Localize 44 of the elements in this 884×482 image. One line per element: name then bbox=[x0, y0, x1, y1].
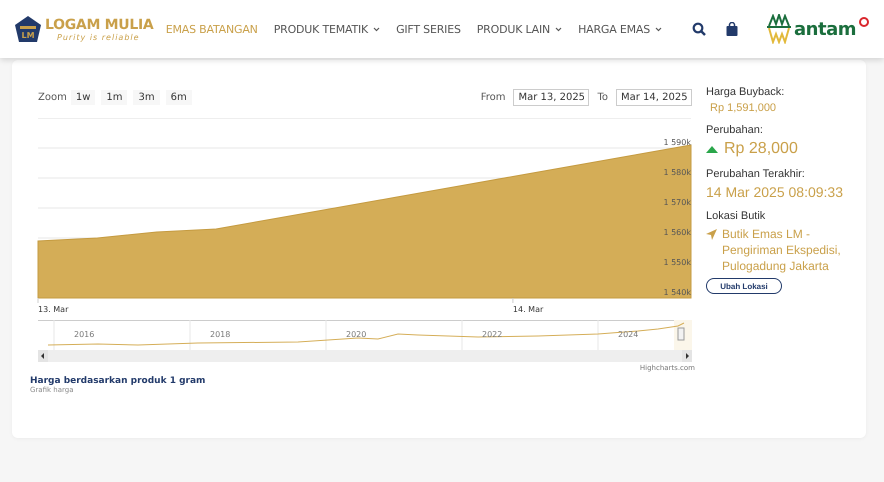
axis-label: 1 570k bbox=[663, 198, 691, 207]
axis-label: 13. Mar bbox=[38, 305, 68, 314]
ring-logo-icon bbox=[858, 16, 870, 28]
from-label: From bbox=[480, 92, 506, 102]
to-date-field[interactable]: Mar 14, 2025 bbox=[616, 88, 692, 106]
nav-link[interactable]: HARGA EMAS bbox=[578, 22, 662, 36]
axis-label: 1 580k bbox=[663, 168, 691, 177]
axis-label: 1 540k bbox=[663, 288, 691, 297]
year-label: 2024 bbox=[618, 330, 638, 339]
mountain-logo-icon bbox=[766, 14, 792, 44]
axis-label: 14. Mar bbox=[512, 305, 544, 314]
year-label: 2018 bbox=[210, 330, 230, 339]
logo-letters: LM bbox=[21, 31, 35, 40]
chart-caption: Harga berdasarkan produk 1 gram bbox=[30, 376, 206, 386]
from-date-field[interactable]: Mar 13, 2025 bbox=[513, 88, 590, 106]
partner-logo-text: antam bbox=[794, 18, 856, 40]
axis-label: 1 590k bbox=[663, 138, 691, 147]
last-change-value: 14 Mar 2025 08:09:33 bbox=[706, 184, 844, 200]
change-value: Rp 28,000 bbox=[724, 140, 798, 158]
buyback-value: Rp 1,591,000 bbox=[710, 102, 778, 114]
location-value: Butik Emas LM - Pengiriman Ekspedisi, Pulogadung Jakarta bbox=[722, 226, 842, 274]
nav-link[interactable]: PRODUK LAIN bbox=[476, 22, 562, 36]
year-label: 2016 bbox=[74, 330, 94, 339]
zoom-button[interactable]: 1m bbox=[101, 90, 128, 104]
zoom-button[interactable]: 6m bbox=[166, 90, 192, 104]
change-label: Perubahan: bbox=[706, 124, 764, 136]
buyback-label: Harga Buyback: bbox=[706, 86, 786, 98]
to-label: To bbox=[597, 92, 608, 102]
axis-label: 1 550k bbox=[663, 258, 691, 267]
shopping-bag-icon[interactable] bbox=[726, 22, 738, 36]
change-location-button[interactable]: Ubah Lokasi bbox=[706, 278, 782, 294]
brand-tagline: Purity is reliable bbox=[57, 32, 141, 42]
zoom-label: Zoom bbox=[38, 92, 67, 102]
last-change-label: Perubahan Terakhir: bbox=[706, 168, 806, 180]
brand-name: LOGAM MULIA bbox=[45, 16, 154, 32]
navigation-arrow-icon bbox=[706, 229, 717, 240]
year-label: 2020 bbox=[346, 330, 366, 339]
search-icon[interactable] bbox=[692, 22, 706, 36]
axis-label: 1 560k bbox=[663, 228, 691, 237]
zoom-button[interactable]: 3m bbox=[133, 90, 160, 104]
zoom-button[interactable]: 1w bbox=[70, 90, 96, 104]
location-label: Lokasi Butik bbox=[706, 210, 766, 222]
nav-link[interactable]: PRODUK TEMATIK bbox=[274, 22, 380, 36]
nav-link[interactable]: GIFT SERIES bbox=[396, 22, 461, 36]
